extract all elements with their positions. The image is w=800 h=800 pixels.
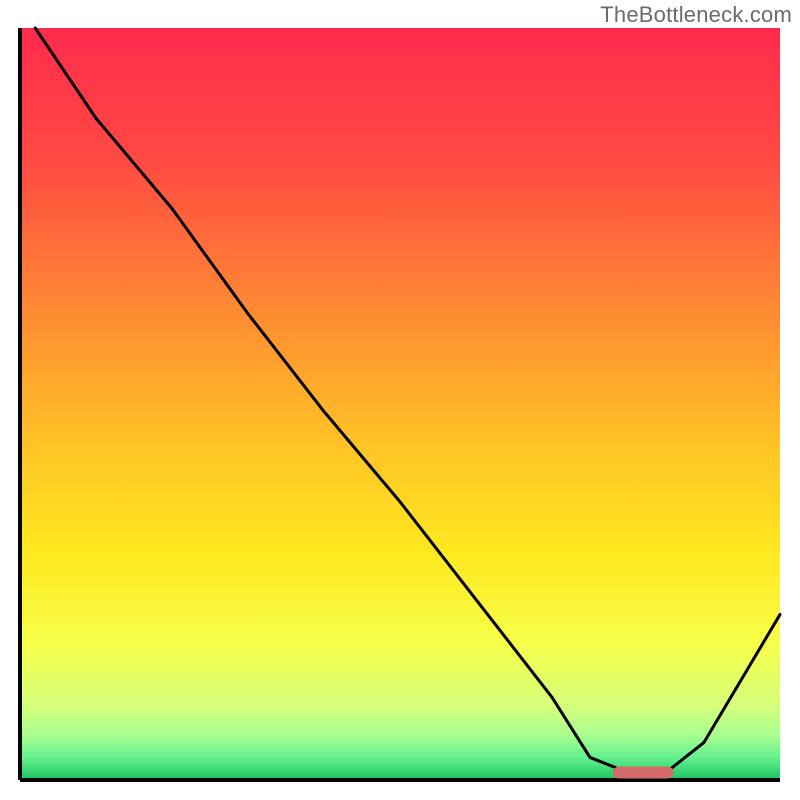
- plot-background: [20, 28, 780, 780]
- bottleneck-chart: [0, 0, 800, 800]
- optimal-range-marker: [613, 766, 674, 778]
- chart-frame: TheBottleneck.com: [0, 0, 800, 800]
